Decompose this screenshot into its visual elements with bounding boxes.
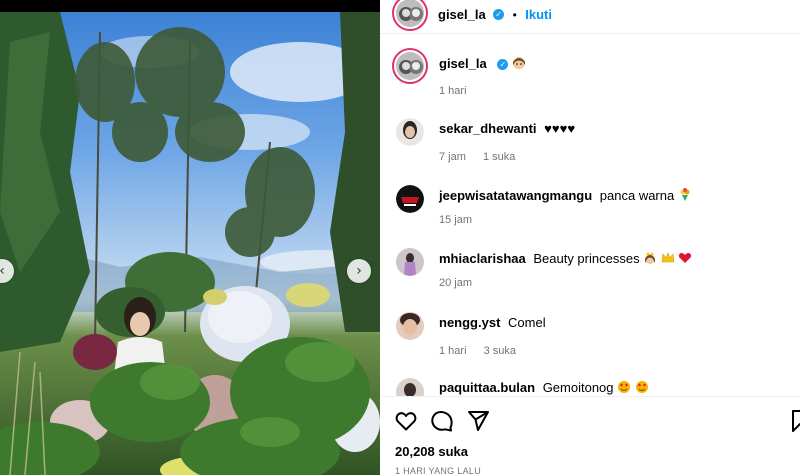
commenter-avatar[interactable]: [396, 312, 424, 340]
heart-eyes-emoji-icon: [617, 380, 631, 396]
top-bar: [0, 0, 380, 12]
post-timestamp: 1 HARI YANG LALU: [395, 466, 481, 475]
comment-text: mhiaclarishaa Beauty princesses: [439, 251, 692, 268]
post-header: gisel_la ✓ • Ikuti: [380, 0, 800, 34]
separator-dot: •: [512, 8, 517, 22]
comment-body: ♥♥♥♥: [544, 121, 576, 136]
crown-emoji-icon: [661, 251, 675, 268]
commenter-avatar[interactable]: [396, 118, 424, 146]
princess-emoji-icon: [643, 251, 657, 268]
comment-body: Beauty princesses: [533, 251, 640, 266]
comment-icon[interactable]: [430, 409, 454, 433]
comment-age: 1 hari: [439, 345, 467, 357]
caption-username[interactable]: gisel_la: [439, 56, 487, 71]
comment-body: panca warna: [599, 188, 675, 203]
share-icon[interactable]: [466, 409, 490, 433]
comment-item: paquittaa.bulan Gemoitonog: [380, 374, 800, 396]
comment-username[interactable]: nengg.yst: [439, 315, 500, 330]
verified-badge-icon: ✓: [493, 9, 505, 21]
heart-icon[interactable]: [394, 409, 418, 433]
post-photo[interactable]: ‹ ›: [0, 12, 380, 475]
verified-badge-icon: ✓: [497, 59, 509, 71]
post-actions-bar: [380, 396, 800, 475]
avatar-image: [403, 121, 417, 139]
bookmark-icon[interactable]: [788, 409, 800, 433]
comment-username[interactable]: paquittaa.bulan: [439, 380, 535, 395]
avatar-image: [399, 60, 423, 74]
comment-meta: 7 jam 1 suka: [439, 151, 529, 163]
comment-meta: 20 jam: [439, 277, 486, 289]
author-username[interactable]: gisel_la: [438, 7, 486, 22]
next-image-button[interactable]: ›: [347, 259, 371, 283]
avatar-image: [399, 7, 423, 21]
commenter-avatar[interactable]: [396, 185, 424, 213]
comment-likes[interactable]: 1 suka: [483, 151, 515, 163]
caption-author-avatar[interactable]: [392, 48, 428, 84]
comment-age: 7 jam: [439, 151, 466, 163]
bouquet-emoji-icon: [678, 188, 692, 205]
comment-username[interactable]: sekar_dhewanti: [439, 121, 537, 136]
author-avatar[interactable]: [392, 0, 428, 31]
follow-button[interactable]: Ikuti: [525, 7, 552, 22]
comment-text: sekar_dhewanti ♥♥♥♥: [439, 121, 575, 136]
photo-scene: [0, 12, 380, 475]
header-author-row: gisel_la ✓ • Ikuti: [438, 6, 552, 24]
commenter-avatar[interactable]: [396, 248, 424, 276]
caption-age: 1 hari: [439, 85, 467, 97]
comment-username[interactable]: jeepwisatatawangmangu: [439, 188, 592, 203]
avatar-image: [396, 312, 424, 340]
avatar-image: [396, 378, 424, 396]
comment-text: jeepwisatatawangmangu panca warna: [439, 188, 692, 205]
comment-text: nengg.yst Comel: [439, 315, 546, 330]
comment-age: 20 jam: [439, 277, 473, 289]
comment-body: Comel: [508, 315, 546, 330]
heart-eyes-emoji-icon: [635, 380, 649, 396]
avatar-image: [396, 248, 424, 276]
avatar-image: [397, 186, 423, 212]
comment-likes[interactable]: 3 suka: [484, 345, 516, 357]
comment-meta: 15 jam: [439, 214, 486, 226]
post-detail-panel: gisel_la ✓ • Ikuti gisel_la ✓ 1 hari sek…: [380, 0, 800, 475]
likes-count[interactable]: 20,208 suka: [395, 444, 468, 459]
girl-emoji-icon: [512, 56, 526, 73]
comment-age: 15 jam: [439, 214, 473, 226]
red-heart-emoji-icon: [678, 251, 692, 268]
commenter-avatar[interactable]: [396, 378, 424, 396]
caption-text: gisel_la ✓: [439, 56, 526, 73]
caption-meta: 1 hari: [439, 85, 481, 97]
comment-username[interactable]: mhiaclarishaa: [439, 251, 526, 266]
comment-meta: 1 hari 3 suka: [439, 345, 530, 357]
comment-text: paquittaa.bulan Gemoitonog: [439, 380, 649, 396]
comment-body: Gemoitonog: [542, 380, 614, 395]
